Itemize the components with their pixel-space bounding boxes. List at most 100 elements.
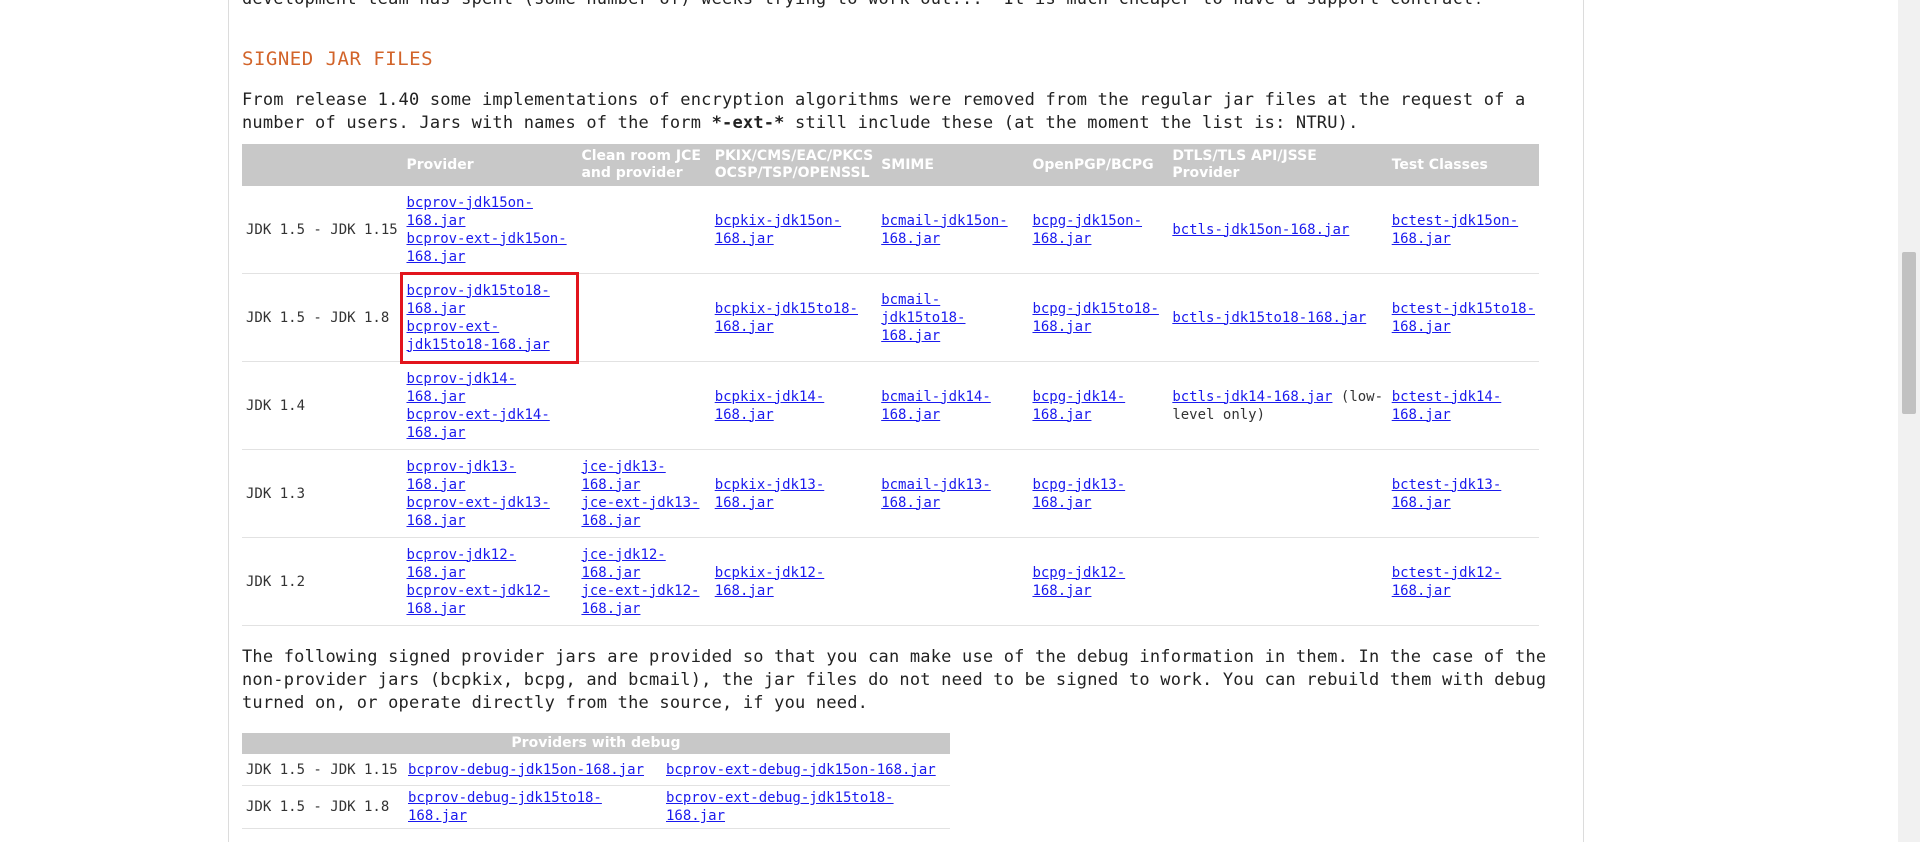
cleanroom-cell [577,273,711,362]
provider-jar-link[interactable]: bcprov-jdk13-168.jar [406,458,573,494]
para1-text-b: still include these (at the moment the l… [784,113,1359,133]
openpgp-jar-link[interactable]: bcpg-jdk14-168.jar [1032,389,1125,423]
jdk-version-cell: JDK 1.5 - JDK 1.15 [242,754,404,786]
signed-jars-table: Provider Clean room JCE and provider PKI… [242,144,1539,626]
debug-cell: bcprov-debug-jdk15on-168.jar [404,754,662,786]
smime-cell: bcmail-jdk15to18-168.jar [877,273,1029,362]
header-provider: Provider [402,144,578,186]
jce-ext-jar-link[interactable]: jce-ext-jdk13-168.jar [581,494,706,530]
openpgp-cell: bcpg-jdk15to18-168.jar [1028,273,1169,362]
cleanroom-cell: jce-jdk12-168.jar jce-ext-jdk12-168.jar [577,537,711,626]
main-content: development team has spent (some number … [228,0,1584,842]
pkix-jar-link[interactable]: bcpkix-jdk15on-168.jar [715,213,841,247]
provider-cell-highlighted: bcprov-jdk15to18-168.jar bcprov-ext-jdk1… [400,271,580,364]
scrollbar-thumb[interactable] [1902,252,1916,414]
openpgp-cell: bcpg-jdk13-168.jar [1028,449,1169,538]
table-row: JDK 1.5 - JDK 1.15 bcprov-jdk15on-168.ja… [242,186,1539,274]
pkix-cell: bcpkix-jdk12-168.jar [710,537,878,626]
header-cleanroom: Clean room JCE and provider [577,144,711,186]
provider-ext-jar-link[interactable]: bcprov-ext-jdk15to18-168.jar [406,318,573,354]
intro-text: development team has spent (some number … [242,0,1552,11]
jce-jar-link[interactable]: jce-jdk12-168.jar [581,546,706,582]
provider-cell: bcprov-jdk15on-168.jar bcprov-ext-jdk15o… [402,186,578,274]
cleanroom-cell [577,186,711,274]
header-smime: SMIME [877,144,1029,186]
jdk-version-cell: JDK 1.3 [242,449,403,538]
pkix-cell: bcpkix-jdk13-168.jar [710,449,878,538]
provider-jar-link[interactable]: bcprov-jdk14-168.jar [406,370,573,406]
header-tls: DTLS/TLS API/JSSE Provider [1168,144,1388,186]
jar-table-header-row: Provider Clean room JCE and provider PKI… [242,144,1539,186]
openpgp-jar-link[interactable]: bcpg-jdk13-168.jar [1032,477,1125,511]
section-title: SIGNED JAR FILES [242,48,434,70]
cleanroom-cell [577,361,711,450]
table-row: JDK 1.2 bcprov-jdk12-168.jar bcprov-ext-… [242,537,1539,626]
pkix-jar-link[interactable]: bcpkix-jdk15to18-168.jar [715,301,858,335]
test-cell: bctest-jdk12-168.jar [1387,537,1539,626]
header-jdk [242,144,403,186]
tls-jar-link[interactable]: bctls-jdk15to18-168.jar [1172,310,1366,326]
openpgp-cell: bcpg-jdk12-168.jar [1028,537,1169,626]
test-cell: bctest-jdk15to18-168.jar [1387,273,1539,362]
smime-cell [877,537,1029,626]
signed-jars-paragraph: From release 1.40 some implementations o… [242,89,1552,135]
tls-cell: bctls-jdk15to18-168.jar [1168,273,1388,362]
pkix-cell: bcpkix-jdk14-168.jar [710,361,878,450]
debug-jar-link[interactable]: bcprov-debug-jdk15on-168.jar [408,762,644,778]
smime-jar-link[interactable]: bcmail-jdk15to18-168.jar [881,292,965,344]
openpgp-cell: bcpg-jdk15on-168.jar [1028,186,1169,274]
table-row: JDK 1.5 - JDK 1.8 bcprov-debug-jdk15to18… [242,785,950,829]
smime-cell: bcmail-jdk15on-168.jar [877,186,1029,274]
test-jar-link[interactable]: bctest-jdk13-168.jar [1392,477,1502,511]
debug-cell: bcprov-debug-jdk15to18-168.jar [404,785,662,829]
openpgp-jar-link[interactable]: bcpg-jdk15to18-168.jar [1032,301,1158,335]
test-jar-link[interactable]: bctest-jdk14-168.jar [1392,389,1502,423]
provider-jar-link[interactable]: bcprov-jdk15on-168.jar [406,194,573,230]
tls-jar-link[interactable]: bctls-jdk14-168.jar [1172,389,1332,405]
debug-table-header: Providers with debug [242,733,950,754]
tls-cell [1168,449,1388,538]
table-row: JDK 1.5 - JDK 1.15 bcprov-debug-jdk15on-… [242,754,950,786]
openpgp-jar-link[interactable]: bcpg-jdk12-168.jar [1032,565,1125,599]
test-jar-link[interactable]: bctest-jdk15to18-168.jar [1392,301,1535,335]
tls-cell: bctls-jdk14-168.jar (low-level only) [1168,361,1388,450]
smime-cell: bcmail-jdk14-168.jar [877,361,1029,450]
debug-jars-paragraph: The following signed provider jars are p… [242,647,1547,713]
pkix-cell: bcpkix-jdk15on-168.jar [710,186,878,274]
jce-ext-jar-link[interactable]: jce-ext-jdk12-168.jar [581,582,706,618]
smime-jar-link[interactable]: bcmail-jdk14-168.jar [881,389,991,423]
jdk-version-cell: JDK 1.4 [242,361,403,450]
cleanroom-cell: jce-jdk13-168.jar jce-ext-jdk13-168.jar [577,449,711,538]
header-openpgp: OpenPGP/BCPG [1028,144,1169,186]
provider-ext-jar-link[interactable]: bcprov-ext-jdk15on-168.jar [406,230,573,266]
table-row: JDK 1.3 bcprov-jdk13-168.jar bcprov-ext-… [242,449,1539,538]
header-test: Test Classes [1387,144,1539,186]
tls-cell: bctls-jdk15on-168.jar [1168,186,1388,274]
vertical-scrollbar[interactable] [1898,0,1920,842]
provider-jar-link[interactable]: bcprov-jdk15to18-168.jar [406,282,573,318]
pkix-jar-link[interactable]: bcpkix-jdk12-168.jar [715,565,825,599]
debug-table-header-row: Providers with debug [242,733,950,754]
jdk-version-cell: JDK 1.5 - JDK 1.15 [242,186,403,274]
ext-debug-jar-link[interactable]: bcprov-ext-debug-jdk15to18-168.jar [666,790,894,824]
debug-jar-link[interactable]: bcprov-debug-jdk15to18-168.jar [408,790,602,824]
smime-jar-link[interactable]: bcmail-jdk15on-168.jar [881,213,1007,247]
provider-jar-link[interactable]: bcprov-jdk12-168.jar [406,546,573,582]
pkix-jar-link[interactable]: bcpkix-jdk13-168.jar [715,477,825,511]
ext-debug-cell: bcprov-ext-debug-jdk15to18-168.jar [662,785,950,829]
ext-debug-jar-link[interactable]: bcprov-ext-debug-jdk15on-168.jar [666,762,936,778]
provider-ext-jar-link[interactable]: bcprov-ext-jdk12-168.jar [406,582,573,618]
test-jar-link[interactable]: bctest-jdk15on-168.jar [1392,213,1518,247]
test-cell: bctest-jdk15on-168.jar [1387,186,1539,274]
pkix-jar-link[interactable]: bcpkix-jdk14-168.jar [715,389,825,423]
openpgp-jar-link[interactable]: bcpg-jdk15on-168.jar [1032,213,1142,247]
tls-jar-link[interactable]: bctls-jdk15on-168.jar [1172,222,1349,238]
jce-jar-link[interactable]: jce-jdk13-168.jar [581,458,706,494]
provider-ext-jar-link[interactable]: bcprov-ext-jdk13-168.jar [406,494,573,530]
page: development team has spent (some number … [0,0,1898,842]
test-jar-link[interactable]: bctest-jdk12-168.jar [1392,565,1502,599]
smime-jar-link[interactable]: bcmail-jdk13-168.jar [881,477,991,511]
header-pkix: PKIX/CMS/EAC/PKCS OCSP/TSP/OPENSSL [710,144,878,186]
provider-cell: bcprov-jdk12-168.jar bcprov-ext-jdk12-16… [402,537,578,626]
provider-ext-jar-link[interactable]: bcprov-ext-jdk14-168.jar [406,406,573,442]
